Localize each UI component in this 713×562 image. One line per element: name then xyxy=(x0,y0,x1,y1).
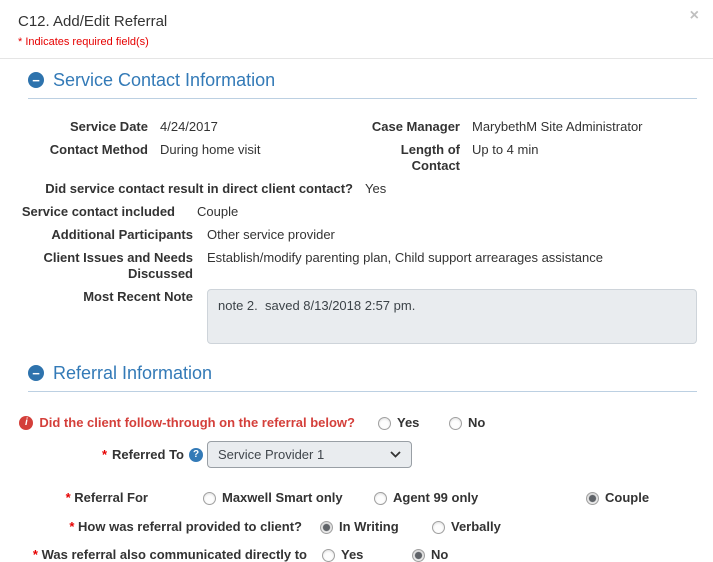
section-header-referral: − Referral Information xyxy=(28,362,697,392)
referred-to-selected-value: Service Provider 1 xyxy=(218,447,324,463)
referred-to-label: Referred To xyxy=(112,447,184,463)
referral-for-option-couple[interactable]: Couple xyxy=(586,490,649,506)
section-title: Referral Information xyxy=(53,362,212,384)
page-title: C12. Add/Edit Referral xyxy=(18,12,697,31)
row-communicated: * Was referral also communicated directl… xyxy=(0,547,713,562)
referral-for-option-maxwell[interactable]: Maxwell Smart only xyxy=(203,490,374,506)
most-recent-note-textarea[interactable]: note 2. saved 8/13/2018 2:57 pm. xyxy=(207,289,697,344)
how-provided-label: How was referral provided to client? xyxy=(78,519,302,534)
communicated-label: Was referral also communicated directly … xyxy=(42,547,307,562)
radio-button[interactable] xyxy=(412,549,425,562)
client-issues-label: Client Issues and Needs Discussed xyxy=(0,250,193,282)
section-title: Service Contact Information xyxy=(53,69,275,91)
referred-to-label-wrap: * Referred To ? xyxy=(0,447,203,463)
follow-through-option-yes[interactable]: Yes xyxy=(378,415,449,431)
radio-label: In Writing xyxy=(339,519,399,535)
referral-for-option-agent99[interactable]: Agent 99 only xyxy=(374,490,586,506)
follow-through-radio-group: Yes No xyxy=(378,415,485,431)
contact-method-value: During home visit xyxy=(160,142,350,174)
radio-button[interactable] xyxy=(432,521,445,534)
row-additional-participants: Additional Participants Other service pr… xyxy=(0,227,713,243)
row-contact-method-length: Contact Method During home visit Length … xyxy=(0,142,713,174)
additional-participants-value: Other service provider xyxy=(207,227,335,243)
length-of-contact-label: Length of Contact xyxy=(362,142,460,174)
radio-label: Verbally xyxy=(451,519,501,535)
referral-for-label-wrap: * Referral For xyxy=(0,490,148,506)
radio-button[interactable] xyxy=(322,549,335,562)
radio-label: No xyxy=(431,547,448,562)
how-provided-option-verbally[interactable]: Verbally xyxy=(432,519,501,535)
info-icon: i xyxy=(19,416,33,430)
service-contact-section: Service Date 4/24/2017 Case Manager Mary… xyxy=(0,119,713,344)
row-most-recent-note: Most Recent Note note 2. saved 8/13/2018… xyxy=(0,289,713,344)
collapse-icon[interactable]: − xyxy=(28,365,44,381)
direct-contact-label: Did service contact result in direct cli… xyxy=(0,181,353,197)
required-asterisk: * xyxy=(33,547,38,562)
service-date-label: Service Date xyxy=(0,119,148,135)
contact-included-label: Service contact included xyxy=(0,204,175,220)
radio-button[interactable] xyxy=(320,521,333,534)
radio-label: Yes xyxy=(341,547,363,562)
direct-contact-value: Yes xyxy=(365,181,386,197)
referral-for-radio-group: Maxwell Smart only Agent 99 only Couple xyxy=(203,490,649,506)
required-asterisk: * xyxy=(69,519,74,534)
radio-button[interactable] xyxy=(203,492,216,505)
most-recent-note-label: Most Recent Note xyxy=(0,289,193,305)
service-date-value: 4/24/2017 xyxy=(160,119,350,135)
contact-included-value: Couple xyxy=(197,204,238,220)
modal-header: C12. Add/Edit Referral * Indicates requi… xyxy=(0,0,713,59)
chevron-down-icon xyxy=(390,451,401,458)
row-follow-through: i Did the client follow-through on the r… xyxy=(0,415,713,431)
referral-section: i Did the client follow-through on the r… xyxy=(0,415,713,562)
referred-to-select[interactable]: Service Provider 1 xyxy=(207,441,412,468)
communicated-option-yes[interactable]: Yes xyxy=(322,547,412,562)
communicated-option-no[interactable]: No xyxy=(412,547,448,562)
radio-label: Agent 99 only xyxy=(393,490,478,506)
how-provided-radio-group: In Writing Verbally xyxy=(320,519,501,535)
client-issues-value: Establish/modify parenting plan, Child s… xyxy=(207,250,603,266)
radio-label: Couple xyxy=(605,490,649,506)
row-direct-contact: Did service contact result in direct cli… xyxy=(0,181,713,197)
case-manager-value: MarybethM Site Administrator xyxy=(472,119,713,135)
required-asterisk: * xyxy=(66,490,71,505)
close-icon[interactable]: × xyxy=(690,8,699,24)
row-referred-to: * Referred To ? Service Provider 1 xyxy=(0,441,713,468)
radio-button[interactable] xyxy=(449,417,462,430)
follow-through-option-no[interactable]: No xyxy=(449,415,485,431)
how-provided-option-writing[interactable]: In Writing xyxy=(320,519,432,535)
radio-label: Yes xyxy=(397,415,419,431)
collapse-icon[interactable]: − xyxy=(28,72,44,88)
referral-for-label: Referral For xyxy=(74,490,148,505)
case-manager-label: Case Manager xyxy=(362,119,460,135)
follow-through-label: Did the client follow-through on the ref… xyxy=(39,415,355,431)
length-of-contact-value: Up to 4 min xyxy=(472,142,713,174)
contact-method-label: Contact Method xyxy=(0,142,148,174)
required-asterisk: * xyxy=(102,447,107,463)
radio-button[interactable] xyxy=(586,492,599,505)
section-header-service-contact: − Service Contact Information xyxy=(28,69,697,99)
communicated-label-wrap: * Was referral also communicated directl… xyxy=(0,547,307,562)
follow-through-label-wrap: i Did the client follow-through on the r… xyxy=(0,415,355,431)
row-service-date-case-manager: Service Date 4/24/2017 Case Manager Mary… xyxy=(0,119,713,135)
radio-label: Maxwell Smart only xyxy=(222,490,343,506)
add-edit-referral-modal: C12. Add/Edit Referral * Indicates requi… xyxy=(0,0,713,562)
additional-participants-label: Additional Participants xyxy=(0,227,193,243)
radio-label: No xyxy=(468,415,485,431)
communicated-radio-group: Yes No xyxy=(322,547,448,562)
radio-button[interactable] xyxy=(374,492,387,505)
help-icon[interactable]: ? xyxy=(189,448,203,462)
radio-button[interactable] xyxy=(378,417,391,430)
row-how-provided: * How was referral provided to client? I… xyxy=(0,519,713,535)
row-contact-included: Service contact included Couple xyxy=(0,204,713,220)
how-provided-label-wrap: * How was referral provided to client? xyxy=(0,519,302,535)
required-note: * Indicates required field(s) xyxy=(18,36,697,49)
row-client-issues: Client Issues and Needs Discussed Establ… xyxy=(0,250,713,282)
row-referral-for: * Referral For Maxwell Smart only Agent … xyxy=(0,490,713,506)
